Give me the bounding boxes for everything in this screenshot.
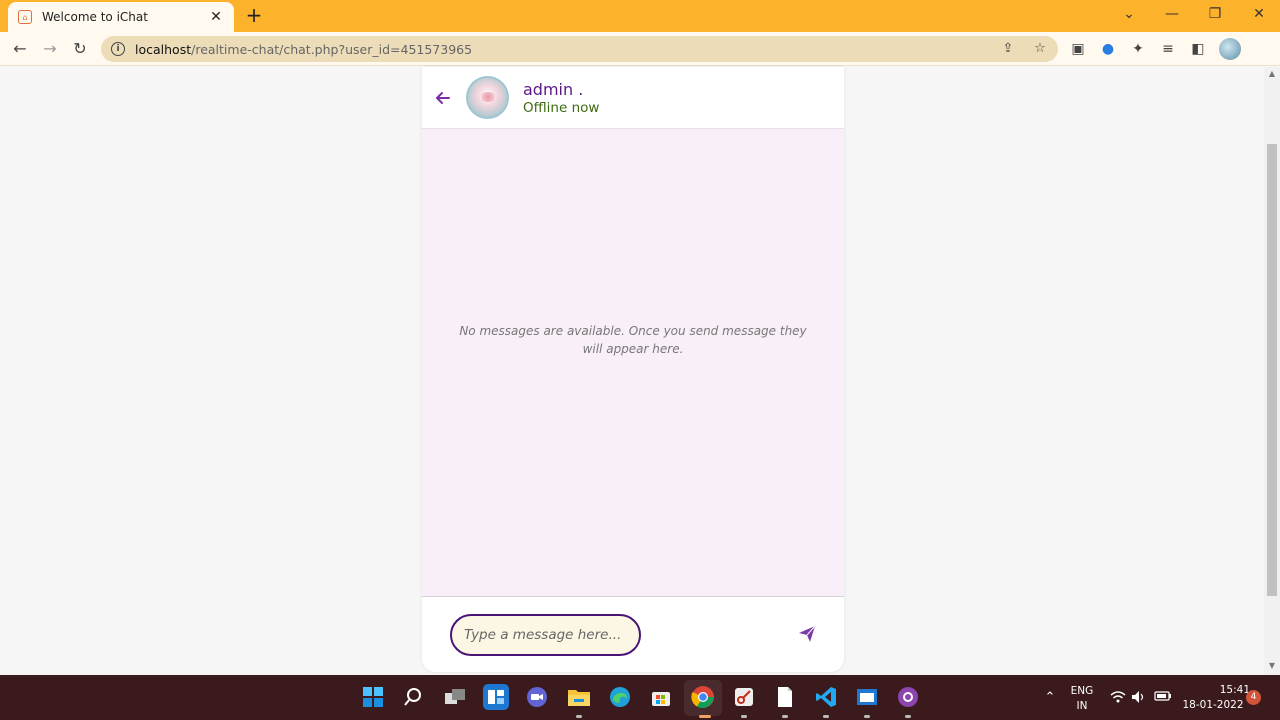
chat-window: admin . Offline now No messages are avai… — [422, 67, 844, 672]
message-input[interactable] — [450, 614, 641, 656]
running-indicator — [864, 715, 870, 718]
bookmark-star-icon[interactable]: ☆ — [1030, 39, 1050, 59]
active-indicator — [699, 715, 711, 718]
tab-title: Welcome to iChat — [42, 10, 148, 24]
browser-tab-strip: ⌂ Welcome to iChat ✕ + ⌄ — ❐ ✕ — [0, 0, 1280, 32]
chat-teams-icon[interactable] — [524, 684, 550, 710]
extensions-puzzle-icon[interactable]: ✦ — [1127, 38, 1149, 60]
profile-avatar[interactable] — [1219, 38, 1241, 60]
chat-message-area[interactable]: No messages are available. Once you send… — [422, 128, 844, 597]
chat-user-status: Offline now — [523, 100, 600, 116]
notepad-icon[interactable] — [772, 684, 798, 710]
browser-toolbar: ← → ↻ i localhost/realtime-chat/chat.php… — [0, 32, 1280, 66]
running-indicator — [782, 715, 788, 718]
language-indicator-line1[interactable]: ENG — [1066, 685, 1098, 697]
back-arrow-icon[interactable] — [432, 87, 454, 109]
send-icon[interactable] — [798, 625, 816, 643]
reload-button[interactable]: ↻ — [69, 38, 91, 60]
share-icon[interactable]: ⇪ — [998, 39, 1018, 59]
url-text[interactable]: localhost/realtime-chat/chat.php?user_id… — [135, 42, 472, 57]
running-indicator — [576, 715, 582, 718]
chrome-icon[interactable] — [690, 684, 716, 710]
notification-badge[interactable]: 4 — [1246, 690, 1261, 705]
address-bar[interactable]: i localhost/realtime-chat/chat.php?user_… — [101, 36, 1058, 62]
running-indicator — [823, 715, 829, 718]
side-panel-icon[interactable]: ◧ — [1187, 38, 1209, 60]
extension-globe-icon[interactable]: ● — [1097, 38, 1119, 60]
language-indicator-line2[interactable]: IN — [1066, 700, 1098, 712]
wifi-icon[interactable] — [1110, 690, 1126, 708]
file-explorer-icon[interactable] — [566, 684, 592, 710]
browser-tab[interactable]: ⌂ Welcome to iChat ✕ — [8, 2, 234, 32]
back-button[interactable]: ← — [9, 38, 31, 60]
app-window-icon[interactable] — [854, 684, 880, 710]
github-desktop-icon[interactable] — [895, 684, 921, 710]
close-window-button[interactable]: ✕ — [1249, 4, 1269, 24]
message-typing-area — [422, 597, 844, 672]
task-view-icon[interactable] — [442, 684, 468, 710]
scroll-up-icon[interactable]: ▲ — [1264, 67, 1280, 81]
chat-header: admin . Offline now — [422, 67, 844, 128]
user-avatar — [466, 76, 509, 119]
battery-icon[interactable] — [1154, 690, 1171, 706]
site-info-icon[interactable]: i — [111, 42, 125, 56]
site-favicon-icon: ⌂ — [18, 10, 32, 24]
vscode-icon[interactable] — [813, 684, 839, 710]
search-icon[interactable] — [400, 684, 426, 710]
scroll-thumb[interactable] — [1267, 144, 1277, 596]
widgets-icon[interactable] — [483, 684, 509, 710]
new-tab-button[interactable]: + — [244, 4, 264, 26]
show-hidden-icons-chevron-icon[interactable]: ⌃ — [1042, 690, 1058, 705]
microsoft-store-icon[interactable] — [648, 684, 674, 710]
edge-browser-icon[interactable] — [607, 684, 633, 710]
scroll-down-icon[interactable]: ▼ — [1264, 659, 1280, 673]
running-indicator — [741, 715, 747, 718]
extension-picture-icon[interactable]: ▣ — [1067, 38, 1089, 60]
tab-close-icon[interactable]: ✕ — [208, 9, 224, 25]
windows-taskbar: ⌃ ENG IN 15:41 18-01-2022 — [0, 675, 1280, 720]
running-indicator — [905, 715, 911, 718]
restore-button[interactable]: ❐ — [1205, 4, 1225, 24]
chat-user-name: admin . — [523, 80, 584, 99]
page-viewport: admin . Offline now No messages are avai… — [0, 67, 1264, 675]
tab-search-chevron-icon[interactable]: ⌄ — [1119, 4, 1139, 24]
empty-chat-message: No messages are available. Once you send… — [459, 324, 807, 356]
volume-icon[interactable] — [1131, 690, 1147, 708]
forward-button[interactable]: → — [39, 38, 61, 60]
minimize-button[interactable]: — — [1162, 4, 1182, 24]
start-icon[interactable] — [360, 684, 386, 710]
clock-date[interactable]: 18-01-2022 — [1182, 699, 1244, 711]
page-scrollbar[interactable]: ▲ ▼ — [1264, 67, 1280, 675]
snipping-tool-icon[interactable] — [731, 684, 757, 710]
media-controls-icon[interactable]: ≡ — [1157, 38, 1179, 60]
